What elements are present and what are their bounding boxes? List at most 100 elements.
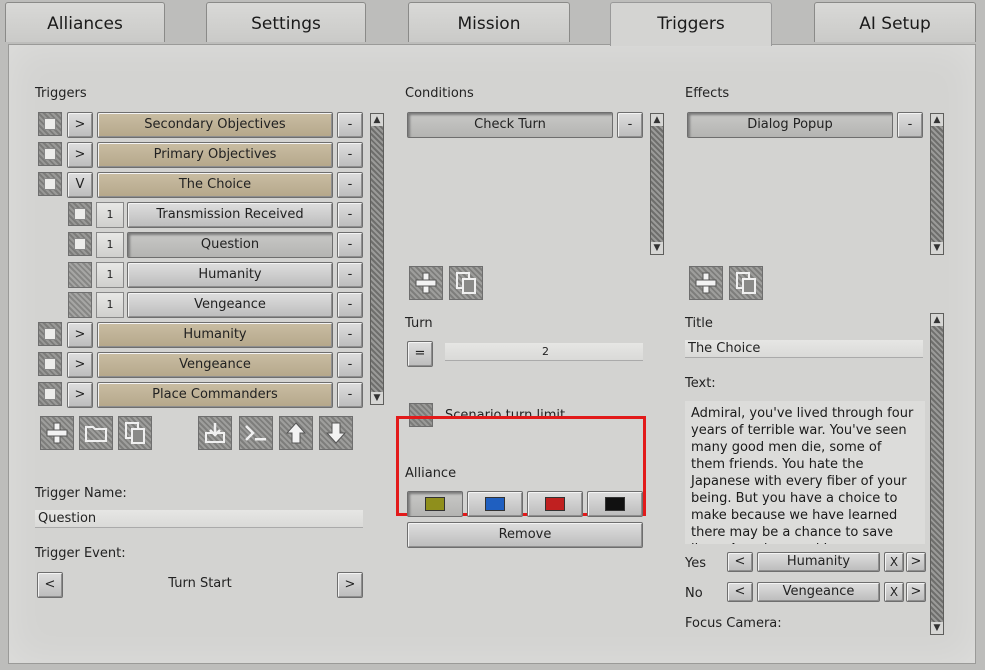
trigger-remove-button[interactable]: - — [337, 322, 363, 348]
import-icon — [205, 423, 225, 443]
yes-next-button[interactable]: > — [906, 552, 926, 572]
dialog-title-field[interactable]: The Choice — [685, 340, 923, 358]
trigger-remove-button[interactable]: - — [337, 202, 363, 228]
title-label: Title — [685, 316, 713, 331]
no-label: No — [685, 586, 703, 601]
triggers-scrollbar[interactable]: ▲ ▼ — [370, 113, 384, 405]
move-down-button[interactable] — [319, 416, 353, 450]
trigger-item[interactable]: Humanity — [127, 262, 333, 288]
turn-value-field[interactable]: 2 — [445, 343, 643, 361]
trigger-item[interactable]: Vengeance — [127, 292, 333, 318]
trigger-enable-checkbox[interactable] — [38, 322, 62, 346]
trigger-order-number: 1 — [96, 202, 124, 228]
yes-prev-button[interactable]: < — [727, 552, 753, 572]
add-effect-button[interactable] — [689, 266, 723, 300]
copy-icon — [125, 422, 145, 444]
trigger-expand-button[interactable]: > — [67, 352, 93, 378]
yes-trigger-select[interactable]: Humanity — [757, 552, 880, 572]
trigger-enable-checkbox[interactable] — [68, 262, 92, 288]
scroll-down-icon[interactable]: ▼ — [931, 622, 943, 634]
remove-alliance-button[interactable]: Remove — [407, 522, 643, 548]
run-script-button[interactable] — [239, 416, 273, 450]
plus-icon — [46, 422, 68, 444]
trigger-expand-button[interactable]: > — [67, 322, 93, 348]
scroll-down-icon[interactable]: ▼ — [371, 392, 383, 404]
add-folder-button[interactable] — [79, 416, 113, 450]
trigger-remove-button[interactable]: - — [337, 172, 363, 198]
scroll-up-icon[interactable]: ▲ — [651, 114, 663, 126]
no-clear-button[interactable]: X — [884, 582, 904, 602]
add-condition-button[interactable] — [409, 266, 443, 300]
trigger-item[interactable]: Primary Objectives — [97, 142, 333, 168]
trigger-item[interactable]: Vengeance — [97, 352, 333, 378]
scroll-up-icon[interactable]: ▲ — [931, 114, 943, 126]
trigger-name-label: Trigger Name: — [35, 486, 127, 501]
effect-item-selected[interactable]: Dialog Popup — [687, 112, 893, 138]
trigger-item[interactable]: Transmission Received — [127, 202, 333, 228]
alliance-color-button[interactable] — [467, 491, 523, 517]
alliance-swatch — [425, 497, 445, 511]
yes-clear-button[interactable]: X — [884, 552, 904, 572]
trigger-enable-checkbox[interactable] — [38, 352, 62, 376]
turn-operator-button[interactable]: = — [407, 341, 433, 367]
dialog-text-area[interactable]: Admiral, you've lived through four years… — [685, 401, 925, 544]
trigger-expand-button[interactable]: > — [67, 382, 93, 408]
trigger-remove-button[interactable]: - — [337, 112, 363, 138]
condition-remove-button[interactable]: - — [617, 112, 643, 138]
effects-scrollbar[interactable]: ▲ ▼ — [930, 113, 944, 255]
scroll-up-icon[interactable]: ▲ — [371, 114, 383, 126]
no-prev-button[interactable]: < — [727, 582, 753, 602]
plus-icon — [695, 272, 717, 294]
trigger-item[interactable]: The Choice — [97, 172, 333, 198]
trigger-item-selected[interactable]: Question — [127, 232, 333, 258]
no-trigger-select[interactable]: Vengeance — [757, 582, 880, 602]
copy-condition-button[interactable] — [449, 266, 483, 300]
trigger-remove-button[interactable]: - — [337, 142, 363, 168]
trigger-enable-checkbox[interactable] — [38, 382, 62, 406]
conditions-scrollbar[interactable]: ▲ ▼ — [650, 113, 664, 255]
trigger-enable-checkbox[interactable] — [68, 202, 92, 226]
trigger-expand-button[interactable]: V — [67, 172, 93, 198]
trigger-item[interactable]: Secondary Objectives — [97, 112, 333, 138]
no-next-button[interactable]: > — [906, 582, 926, 602]
effect-details-scrollbar[interactable]: ▲ ▼ — [930, 313, 944, 635]
condition-item-selected[interactable]: Check Turn — [407, 112, 613, 138]
trigger-enable-checkbox[interactable] — [38, 142, 62, 166]
alliance-label: Alliance — [405, 466, 457, 481]
trigger-remove-button[interactable]: - — [337, 292, 363, 318]
arrow-up-icon — [285, 422, 307, 444]
trigger-remove-button[interactable]: - — [337, 382, 363, 408]
scroll-down-icon[interactable]: ▼ — [651, 242, 663, 254]
trigger-remove-button[interactable]: - — [337, 262, 363, 288]
alliance-color-button[interactable] — [407, 491, 463, 517]
trigger-expand-button[interactable]: > — [67, 142, 93, 168]
trigger-item[interactable]: Humanity — [97, 322, 333, 348]
alliance-color-button[interactable] — [587, 491, 643, 517]
trigger-item[interactable]: Place Commanders — [97, 382, 333, 408]
trigger-enable-checkbox[interactable] — [68, 232, 92, 256]
trigger-enable-checkbox[interactable] — [38, 172, 62, 196]
copy-effect-button[interactable] — [729, 266, 763, 300]
alliance-color-button[interactable] — [527, 491, 583, 517]
effect-remove-button[interactable]: - — [897, 112, 923, 138]
alliance-swatch — [605, 497, 625, 511]
trigger-order-number: 1 — [96, 262, 124, 288]
trigger-remove-button[interactable]: - — [337, 232, 363, 258]
add-trigger-button[interactable] — [40, 416, 74, 450]
trigger-expand-button[interactable]: > — [67, 112, 93, 138]
trigger-name-field[interactable]: Question — [35, 510, 363, 528]
trigger-event-next-button[interactable]: > — [337, 572, 363, 598]
scroll-down-icon[interactable]: ▼ — [931, 242, 943, 254]
copy-icon — [736, 272, 756, 294]
import-trigger-button[interactable] — [198, 416, 232, 450]
trigger-event-value: Turn Start — [168, 576, 232, 591]
trigger-enable-checkbox[interactable] — [38, 112, 62, 136]
trigger-enable-checkbox[interactable] — [68, 292, 92, 318]
trigger-order-number: 1 — [96, 292, 124, 318]
copy-trigger-button[interactable] — [118, 416, 152, 450]
trigger-event-prev-button[interactable]: < — [37, 572, 63, 598]
scroll-up-icon[interactable]: ▲ — [931, 314, 943, 326]
move-up-button[interactable] — [279, 416, 313, 450]
copy-icon — [456, 272, 476, 294]
trigger-remove-button[interactable]: - — [337, 352, 363, 378]
